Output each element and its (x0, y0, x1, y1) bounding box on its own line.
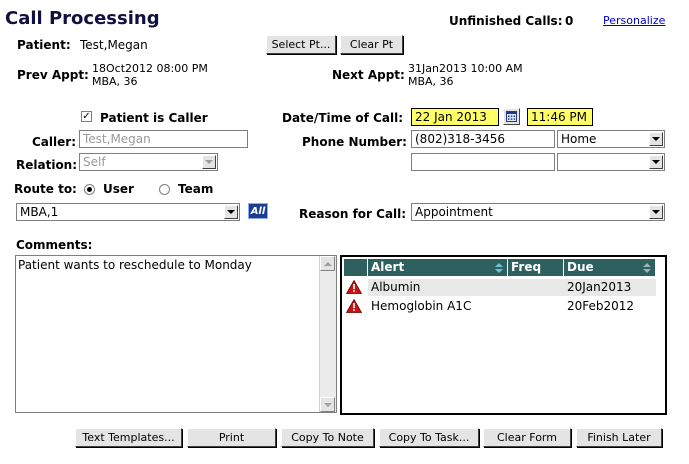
chevron-down-icon (652, 160, 660, 164)
comments-label: Comments: (16, 238, 93, 252)
prev-appt-label: Prev Appt: (17, 68, 89, 82)
clear-form-button[interactable]: Clear Form (483, 428, 571, 447)
comments-textarea[interactable]: Patient wants to reschedule to Monday (15, 255, 337, 413)
reason-for-call-label: Reason for Call: (299, 207, 407, 221)
route-to-value: MBA,1 (20, 205, 59, 219)
caller-label: Caller: (32, 135, 76, 149)
prev-appt-location: MBA, 36 (92, 75, 138, 88)
chevron-down-icon (205, 160, 213, 164)
reason-dropdown-button[interactable] (649, 205, 663, 219)
table-row[interactable]: Hemoglobin A1C 20Feb2012 (342, 298, 656, 316)
route-to-select[interactable]: MBA,1 (16, 203, 240, 221)
phone-type-2-dropdown-button[interactable] (649, 155, 663, 169)
phone-number-label: Phone Number: (302, 135, 407, 149)
prev-appt-datetime: 18Oct2012 08:00 PM (92, 62, 208, 75)
phone-type-1-value: Home (561, 132, 597, 146)
unfinished-calls-label: Unfinished Calls: (449, 14, 563, 28)
alert-due-cell: 20Jan2013 (564, 279, 656, 296)
phone-type-1-select[interactable]: Home (557, 130, 665, 148)
personalize-link[interactable]: Personalize (603, 14, 665, 27)
alerts-column-header-freq[interactable]: Freq (508, 259, 564, 276)
scroll-down-button[interactable] (320, 397, 335, 412)
phone-type-2-select[interactable] (557, 153, 665, 171)
calendar-icon (506, 111, 517, 122)
alert-freq-cell (508, 298, 564, 315)
alert-freq-cell (508, 279, 564, 296)
due-header-text: Due (567, 260, 594, 274)
comments-text: Patient wants to reschedule to Monday (18, 258, 252, 272)
scroll-up-button[interactable] (320, 256, 335, 271)
route-user-radio[interactable] (84, 184, 95, 195)
unfinished-calls-count: 0 (565, 14, 574, 28)
route-team-label: Team (178, 182, 214, 196)
alerts-column-header-due[interactable]: Due (564, 259, 656, 276)
comments-scrollbar[interactable] (319, 256, 336, 412)
page-title: Call Processing (5, 8, 160, 29)
print-button[interactable]: Print (187, 428, 276, 447)
phone-number-1-field[interactable]: (802)318-3456 (411, 130, 555, 148)
relation-label: Relation: (16, 158, 78, 172)
copy-to-note-button[interactable]: Copy To Note (281, 428, 374, 447)
relation-value: Self (83, 155, 106, 169)
call-datetime-label: Date/Time of Call: (282, 111, 404, 125)
arrow-up-icon (323, 261, 332, 266)
chevron-down-icon (652, 210, 660, 214)
all-users-button[interactable]: All (248, 203, 268, 219)
patient-name: Test,Megan (80, 38, 148, 52)
next-appt-label: Next Appt: (332, 68, 405, 82)
finish-later-button[interactable]: Finish Later (576, 428, 662, 447)
sort-icon (495, 263, 503, 273)
warning-icon (346, 280, 362, 294)
chevron-down-icon (652, 137, 660, 141)
route-user-label: User (103, 182, 134, 196)
route-to-dropdown-button[interactable] (224, 205, 238, 219)
phone-number-2-field[interactable] (411, 153, 555, 171)
next-appt-datetime: 31Jan2013 10:00 AM (408, 62, 523, 75)
phone-type-1-dropdown-button[interactable] (649, 132, 663, 146)
caller-field[interactable]: Test,Megan (79, 130, 248, 148)
patient-label: Patient: (17, 38, 71, 52)
call-time-field[interactable]: 11:46 PM (527, 108, 593, 126)
route-team-radio[interactable] (159, 184, 170, 195)
call-date-field[interactable]: 22 Jan 2013 (411, 108, 499, 126)
alerts-column-header-alert[interactable]: Alert (368, 259, 508, 276)
select-patient-button[interactable]: Select Pt... (266, 35, 336, 54)
calendar-button[interactable] (503, 108, 520, 125)
next-appt-location: MBA, 36 (408, 75, 454, 88)
reason-for-call-value: Appointment (415, 205, 493, 219)
copy-to-task-button[interactable]: Copy To Task... (379, 428, 479, 447)
reason-for-call-select[interactable]: Appointment (411, 203, 665, 221)
alerts-icon-header (344, 259, 368, 276)
table-row[interactable]: Albumin 20Jan2013 (342, 279, 656, 297)
sort-icon (643, 263, 651, 273)
warning-icon (346, 299, 362, 313)
clear-patient-button[interactable]: Clear Pt (340, 35, 403, 54)
alert-name-cell: Hemoglobin A1C (371, 299, 472, 313)
text-templates-button[interactable]: Text Templates... (75, 428, 182, 447)
arrow-down-icon (323, 402, 332, 407)
patient-is-caller-checkbox[interactable]: ✓ (81, 111, 92, 122)
alert-name-cell: Albumin (368, 279, 508, 296)
alerts-grid[interactable]: Alert Freq Due Albumin 20Jan2013 Hemoglo… (340, 255, 667, 415)
chevron-down-icon (227, 210, 235, 214)
route-to-label: Route to: (14, 182, 77, 196)
relation-select[interactable]: Self (79, 153, 218, 171)
relation-dropdown-button[interactable] (202, 155, 216, 169)
patient-is-caller-label: Patient is Caller (100, 111, 208, 125)
alert-header-text: Alert (371, 260, 405, 274)
alert-due-cell: 20Feb2012 (567, 299, 635, 313)
